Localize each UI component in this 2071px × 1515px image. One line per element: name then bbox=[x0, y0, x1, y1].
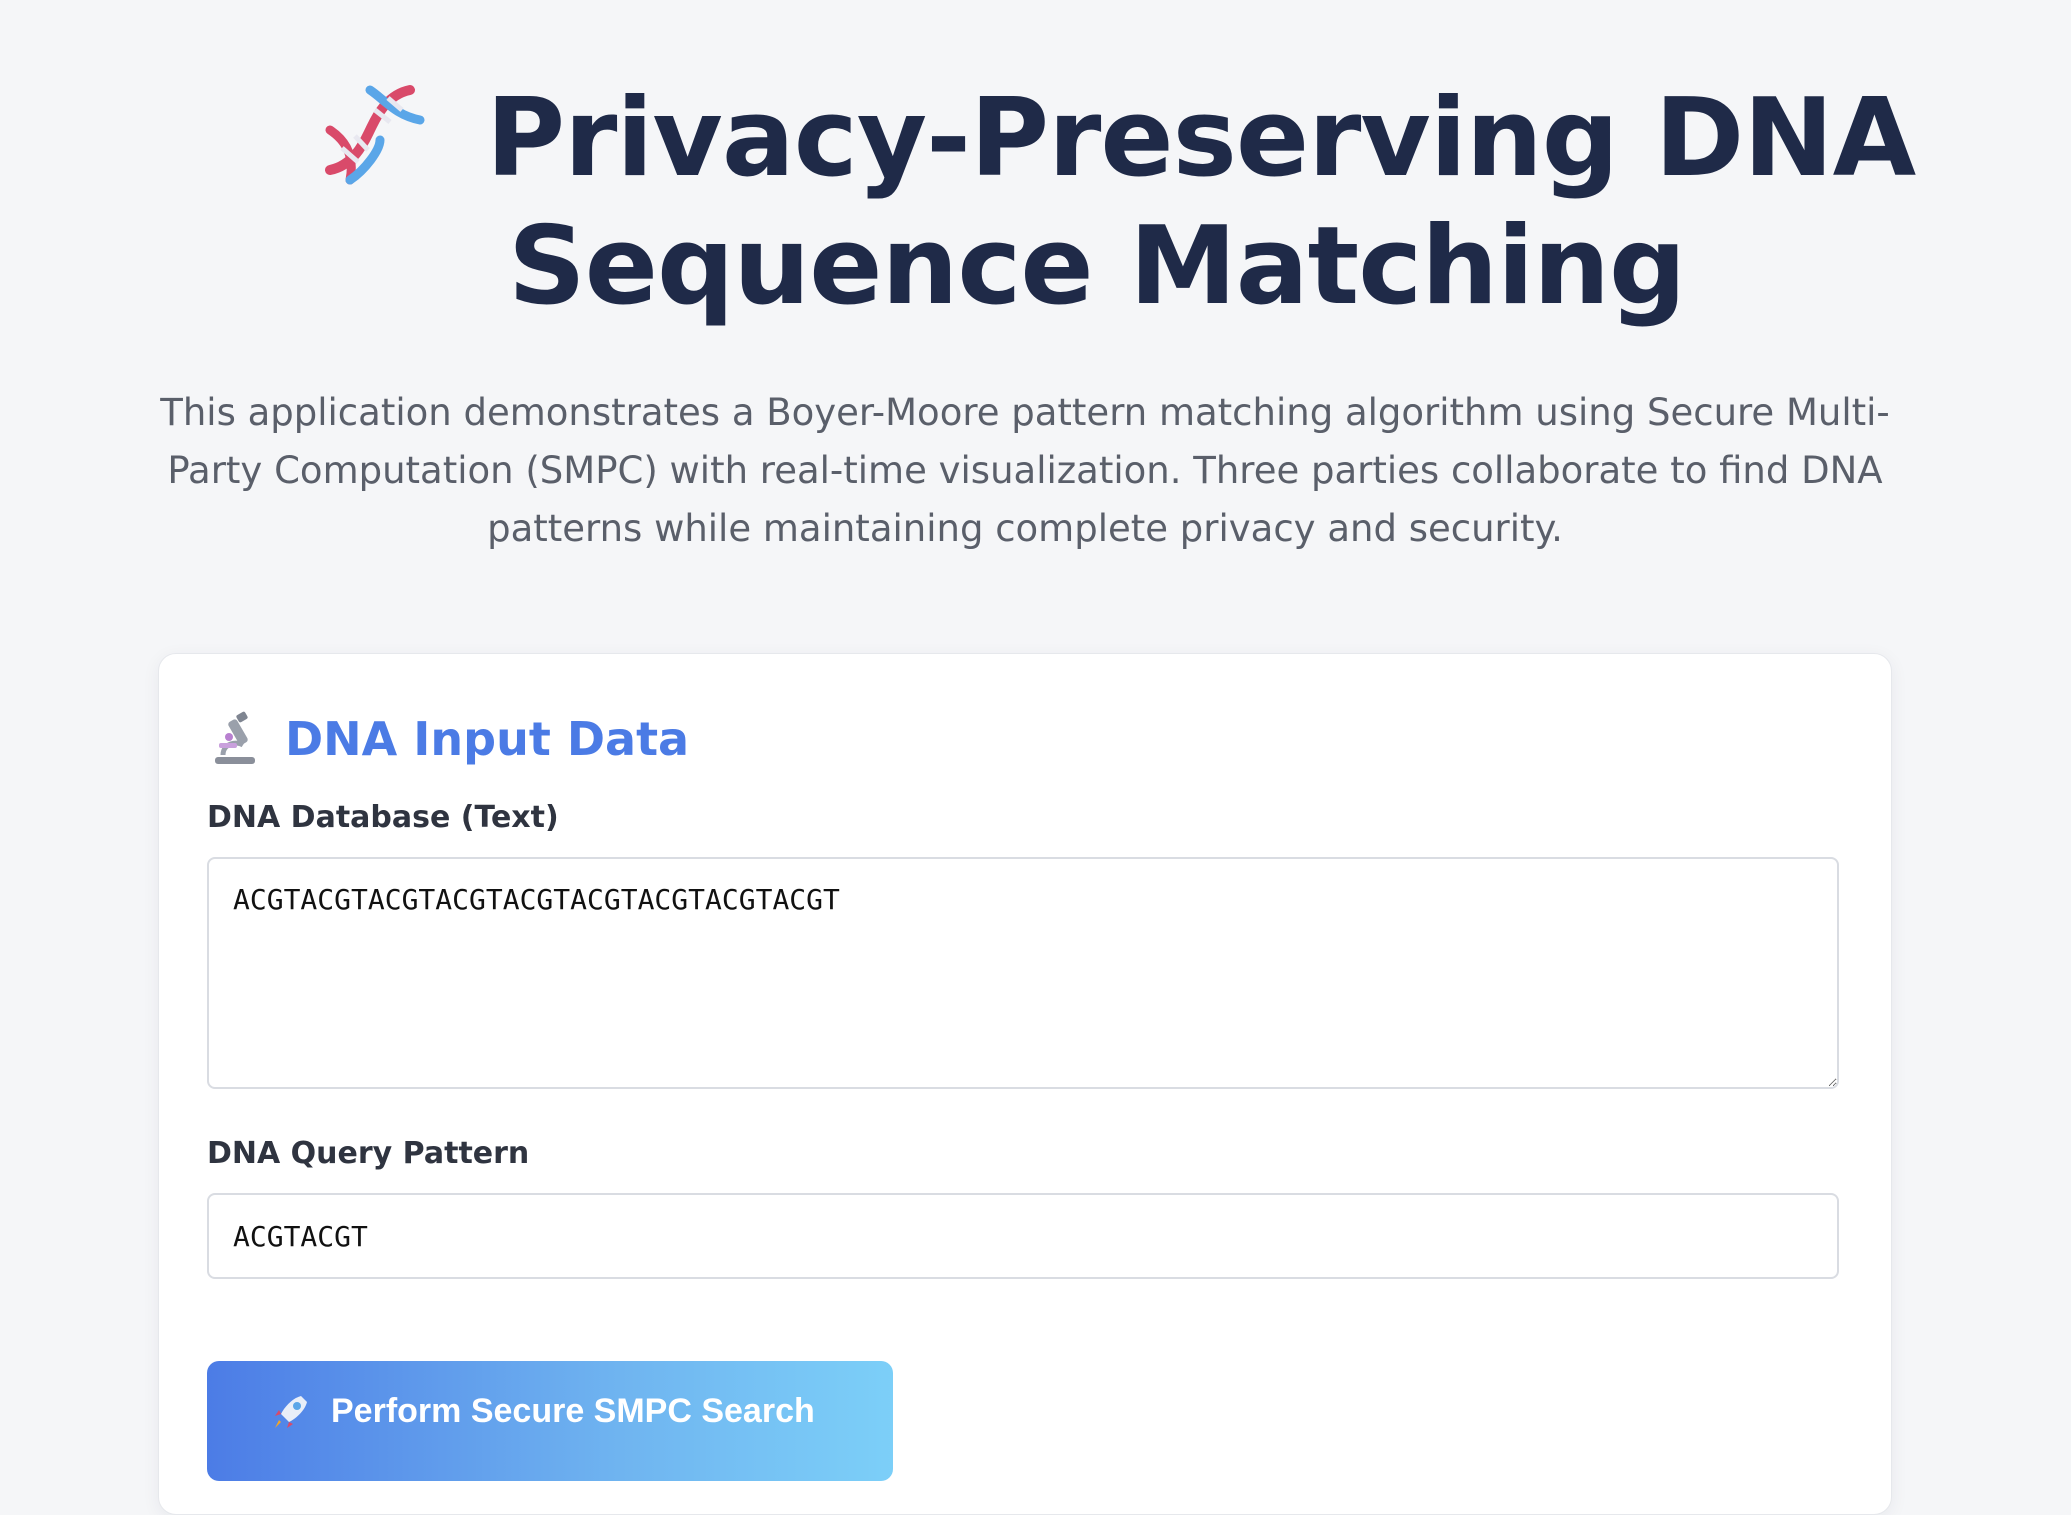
secure-search-button[interactable]: Perform Secure SMPC Search bbox=[207, 1361, 893, 1481]
title-block: Privacy-Preserving DNA Sequence Matching bbox=[310, 70, 1916, 340]
dna-database-textarea[interactable]: ACGTACGTACGTACGTACGTACGTACGTACGTACGT bbox=[207, 857, 1839, 1089]
search-button-label: Perform Secure SMPC Search bbox=[331, 1392, 815, 1430]
page-title-line-2: Sequence Matching bbox=[508, 204, 1686, 329]
card-header: DNA Input Data bbox=[209, 704, 689, 774]
page-title-line-1: Privacy-Preserving DNA bbox=[486, 76, 1916, 201]
microscope-icon bbox=[215, 711, 255, 764]
query-label: DNA Query Pattern bbox=[207, 1136, 530, 1171]
rocket-icon bbox=[275, 1395, 307, 1428]
dna-query-input[interactable] bbox=[207, 1193, 1839, 1279]
dna-icon bbox=[325, 85, 425, 185]
page-description: This application demonstrates a Boyer-Mo… bbox=[160, 391, 1890, 550]
card-title: DNA Input Data bbox=[285, 712, 690, 766]
dna-input-card: DNA Input Data DNA Database (Text) ACGTA… bbox=[158, 653, 1892, 1515]
database-label: DNA Database (Text) bbox=[207, 800, 559, 835]
